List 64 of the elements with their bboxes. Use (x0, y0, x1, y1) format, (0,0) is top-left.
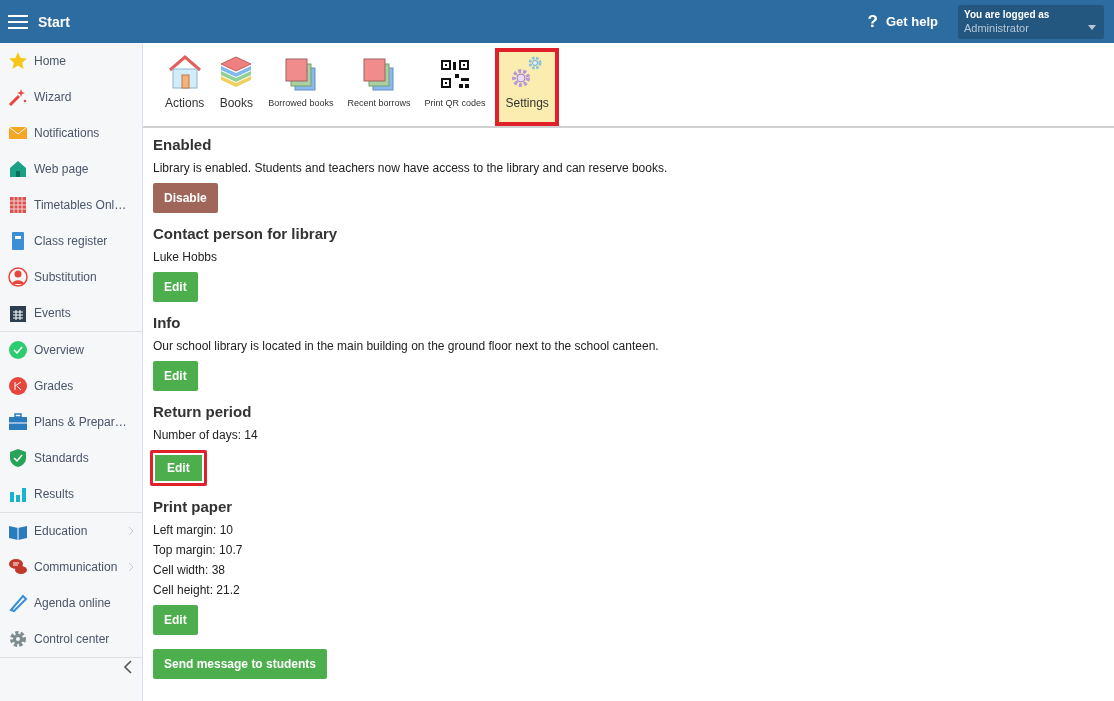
chat-bubbles-icon (8, 557, 28, 577)
section-title: Print paper (153, 498, 233, 515)
section-text: Luke Hobbs (153, 250, 218, 264)
toolbar-tab[interactable]: Recent borrows (343, 48, 415, 126)
caret-icon (1088, 24, 1096, 30)
briefcase-icon (8, 412, 28, 432)
section-text: Top margin: 10.7 (153, 543, 243, 557)
sidebar-item[interactable]: Control center (0, 621, 142, 657)
sidebar-item[interactable]: Timetables Onl… (0, 187, 142, 223)
sidebar-item[interactable]: Overview (0, 332, 142, 368)
sidebar-item[interactable]: Wizard (0, 79, 142, 115)
check-circle-icon (8, 340, 28, 360)
magic-wand-icon (8, 87, 28, 107)
person-icon (8, 267, 28, 287)
settings-icon (8, 629, 28, 649)
sidebar-item[interactable]: Agenda online (0, 585, 142, 621)
section-title: Enabled (153, 136, 212, 153)
section-title: Info (153, 314, 181, 331)
toolbar-tab[interactable]: Borrowed books (264, 48, 338, 126)
sidebar-item[interactable]: Education (0, 513, 142, 549)
sidebar-item[interactable]: Web page (0, 151, 142, 187)
section-text: Left margin: 10 (153, 523, 234, 537)
toolbar-tab[interactable]: Print QR codes (420, 48, 490, 126)
stacked-squares-icon (360, 56, 397, 92)
sidebar-item[interactable]: Results (0, 476, 142, 512)
calendar-icon (8, 303, 28, 323)
star-icon (8, 51, 28, 71)
chevron-right-icon (128, 562, 134, 572)
sidebar-item[interactable]: Grades (0, 368, 142, 404)
section-text: Our school library is located in the main building on the ground floor next to the school canteen. (153, 339, 659, 353)
section-button[interactable]: Disable (153, 183, 218, 213)
section-text: Cell height: 21.2 (153, 583, 240, 597)
menu-icon[interactable] (8, 13, 28, 30)
section-title: Contact person for library (153, 225, 338, 242)
toolbar-tab[interactable]: Settings (495, 48, 559, 126)
sidebar-item[interactable]: Class register (0, 223, 142, 259)
house-icon (8, 159, 28, 179)
shield-check-icon (8, 448, 28, 468)
sidebar-item[interactable]: Substitution (0, 259, 142, 295)
user-role: Administrator (964, 21, 1029, 34)
section-text: Library is enabled. Students and teachers now have access to the library and can reserve books. (153, 161, 668, 175)
grade-circle-icon (8, 376, 28, 396)
help-link[interactable]: ? Get help (867, 11, 938, 32)
user-dropdown[interactable]: You are logged as Administrator (958, 4, 1104, 39)
page-title: Start (38, 13, 70, 30)
collapse-icon[interactable] (123, 660, 132, 674)
chevron-right-icon (128, 526, 134, 536)
pen-icon (8, 593, 28, 613)
sidebar-item[interactable]: Communication (0, 549, 142, 585)
sidebar-item[interactable]: Home (0, 43, 142, 79)
stacked-squares-icon (282, 56, 319, 92)
user-label: You are logged as (964, 8, 1051, 20)
timetable-grid-icon (8, 195, 28, 215)
section-text: Number of days: 14 (153, 428, 258, 442)
sidebar-item[interactable]: Notifications (0, 115, 142, 151)
section-title: Return period (153, 403, 252, 420)
help-icon: ? (867, 11, 878, 32)
sidebar-item[interactable]: Standards (0, 440, 142, 476)
section-text: Cell width: 38 (153, 563, 226, 577)
sidebar-item[interactable]: Events (0, 295, 142, 331)
toolbar-tab[interactable]: Books (214, 48, 259, 126)
house-icon (166, 54, 203, 90)
toolbar-tab[interactable]: Actions (161, 48, 209, 126)
sidebar-item[interactable]: Plans & Prepar… (0, 404, 142, 440)
